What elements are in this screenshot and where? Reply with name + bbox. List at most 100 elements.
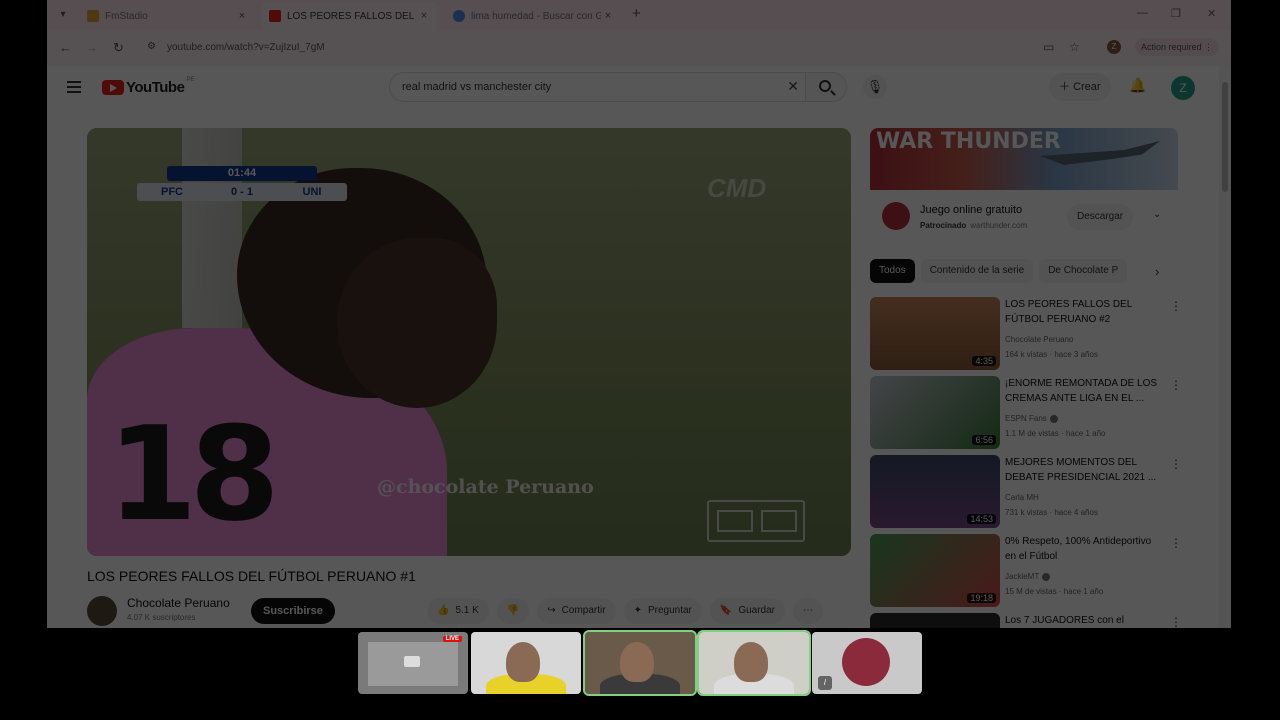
search-icon (819, 80, 831, 92)
like-button[interactable]: 👍 5.1 K (427, 598, 489, 624)
close-icon[interactable]: × (417, 10, 431, 22)
channel-name[interactable]: Chocolate Peruano (127, 596, 230, 610)
subscribe-button[interactable]: Suscribirse (251, 598, 335, 624)
save-label: Guardar (738, 605, 776, 616)
video-thumbnail[interactable]: 19:18 (870, 534, 1000, 607)
tab-youtube-video[interactable]: LOS PEORES FALLOS DEL FÚTB × (261, 2, 439, 30)
logo-wordmark: YouTube (126, 79, 185, 96)
folder-icon (87, 10, 99, 22)
recommendation-item[interactable]: 19:18 0% Respeto, 100% Antideportivo en … (870, 534, 1190, 608)
ad-logo (882, 202, 910, 230)
tab-search-icon[interactable]: ▾ (55, 7, 71, 23)
dislike-button[interactable]: 👎 (496, 598, 530, 624)
video-title: LOS PEORES FALLOS DEL FÚTBOL PERUANO #1 (87, 568, 416, 584)
participant-tile-screen-share[interactable]: LIVE (358, 632, 468, 694)
tab-fmstadio[interactable]: FmStadio × (79, 2, 257, 30)
video-thumbnail[interactable]: 6:56 (870, 376, 1000, 449)
site-settings-icon[interactable]: ⚙ (147, 41, 156, 52)
recommendation-channel[interactable]: ESPN Fans (1005, 414, 1058, 423)
video-thumbnail[interactable] (870, 613, 1000, 628)
scrollbar-thumb[interactable] (1222, 82, 1228, 192)
screen: ▾ FmStadio × LOS PEORES FALLOS DEL FÚTB … (0, 0, 1280, 720)
recommendation-item[interactable]: 6:56 ¡ENORME REMONTADA DE LOS CREMAS ANT… (870, 376, 1190, 450)
share-label: Compartir (561, 605, 606, 616)
youtube-play-icon (102, 80, 124, 95)
ad-download-button[interactable]: Descargar (1067, 204, 1134, 230)
recommendation-item[interactable]: 4:35 LOS PEORES FALLOS DEL FÚTBOL PERUAN… (870, 297, 1190, 371)
close-icon[interactable]: × (601, 10, 615, 22)
participant-tile-speaking[interactable] (697, 630, 811, 696)
recommendation-channel[interactable]: Chocolate Peruano (1005, 335, 1074, 344)
recommendation-channel[interactable]: Carla MH (1005, 493, 1039, 502)
recommendation-title[interactable]: Los 7 JUGADORES con el (1005, 613, 1165, 628)
recommendation-item[interactable]: Los 7 JUGADORES con el ⋮ (870, 613, 1190, 628)
avatar-image (842, 638, 890, 686)
live-badge: LIVE (442, 636, 462, 642)
cast-icon[interactable]: ▭ (1043, 40, 1054, 54)
recommendation-title[interactable]: LOS PEORES FALLOS DEL FÚTBOL PERUANO #2 (1005, 297, 1165, 327)
more-actions-button[interactable]: ⋯ (793, 598, 824, 624)
recommendation-item[interactable]: 14:53 MEJORES MOMENTOS DEL DEBATE PRESID… (870, 455, 1190, 529)
youtube-page: YouTube PE real madrid vs manchester cit… (47, 66, 1231, 628)
ad-banner[interactable]: WAR THUNDER (870, 128, 1178, 190)
minimize-button[interactable]: — (1137, 7, 1148, 19)
restore-button[interactable]: ❐ (1171, 7, 1181, 20)
recommendation-title[interactable]: 0% Respeto, 100% Antideportivo en el Fút… (1005, 534, 1165, 564)
duration-badge: 19:18 (967, 593, 996, 603)
forward-icon[interactable]: → (85, 40, 98, 55)
participant-tile[interactable] (471, 632, 581, 694)
voice-search-icon[interactable]: 🎙 (863, 75, 887, 99)
close-icon[interactable]: × (235, 10, 249, 22)
channel-avatar[interactable] (87, 596, 117, 626)
bookmark-star-icon[interactable]: ☆ (1069, 40, 1080, 54)
create-button[interactable]: ＋ Crear (1049, 73, 1111, 101)
more-vert-icon[interactable]: ⋮ (1170, 457, 1182, 471)
ad-title[interactable]: Juego online gratuito (920, 204, 1022, 216)
participant-tile-avatar[interactable]: / (812, 632, 922, 694)
video-player[interactable]: 18 01:44 PFC 0 - 1 UNI CMD @chocolate Pe… (87, 128, 851, 556)
video-thumbnail[interactable]: 4:35 (870, 297, 1000, 370)
browser-profile-avatar[interactable]: Z (1107, 40, 1121, 54)
chevron-right-icon[interactable]: › (1155, 264, 1159, 279)
ask-button[interactable]: ✦ Preguntar (623, 598, 702, 624)
recommendation-title[interactable]: ¡ENORME REMONTADA DE LOS CREMAS ANTE LIG… (1005, 376, 1165, 406)
chip-channel[interactable]: De Chocolate P (1039, 259, 1128, 283)
search-input[interactable]: real madrid vs manchester city (402, 81, 551, 93)
save-button[interactable]: 🔖 Guardar (709, 598, 786, 624)
menu-icon[interactable] (67, 81, 81, 96)
tab-google-search[interactable]: lima humedad - Buscar con Go × (445, 2, 623, 30)
channel-label: ESPN Fans (1005, 414, 1047, 423)
recommendation-title[interactable]: MEJORES MOMENTOS DEL DEBATE PRESIDENCIAL… (1005, 455, 1165, 485)
score-row: PFC 0 - 1 UNI (137, 183, 347, 201)
recommendation-channel[interactable]: JackieMT (1005, 572, 1051, 581)
notifications-bell-icon[interactable]: 🔔 (1129, 77, 1146, 94)
chip-todos[interactable]: Todos (870, 259, 915, 283)
chevron-down-icon[interactable]: ⌄ (1153, 209, 1161, 220)
reload-icon[interactable]: ↻ (113, 40, 124, 56)
tab-title: FmStadio (105, 10, 148, 22)
more-vert-icon[interactable]: ⋮ (1170, 378, 1182, 392)
mic-off-icon: / (818, 676, 832, 690)
chip-series[interactable]: Contenido de la serie (920, 259, 1034, 283)
close-window-button[interactable]: ✕ (1207, 7, 1216, 20)
new-tab-button[interactable]: + (632, 5, 641, 22)
more-vert-icon[interactable]: ⋮ (1170, 615, 1182, 628)
clear-search-icon[interactable]: ✕ (787, 78, 799, 95)
ad-sponsor-line: Patrocinado warthunder.com (920, 221, 1027, 230)
search-button[interactable] (805, 72, 847, 102)
youtube-logo[interactable]: YouTube PE (102, 77, 194, 96)
participant-tile-speaking[interactable] (583, 630, 697, 696)
back-icon[interactable]: ← (59, 40, 72, 55)
recommendation-meta: 1.1 M de vistas · hace 1 año (1005, 429, 1106, 438)
bookmark-icon: 🔖 (719, 605, 733, 616)
url-field[interactable]: youtube.com/watch?v=ZujIzuI_7gM (167, 42, 325, 53)
action-required-button[interactable]: Action required ⋮ (1135, 38, 1220, 56)
more-vert-icon[interactable]: ⋮ (1170, 299, 1182, 313)
match-clock: 01:44 (167, 166, 317, 181)
more-vert-icon[interactable]: ⋮ (1170, 536, 1182, 550)
search-box[interactable]: real madrid vs manchester city ✕ (389, 72, 805, 102)
video-thumbnail[interactable]: 14:53 (870, 455, 1000, 528)
account-avatar[interactable]: Z (1171, 76, 1195, 100)
share-button[interactable]: ↪ Compartir (537, 598, 616, 624)
action-required-label: Action required (1141, 42, 1202, 52)
